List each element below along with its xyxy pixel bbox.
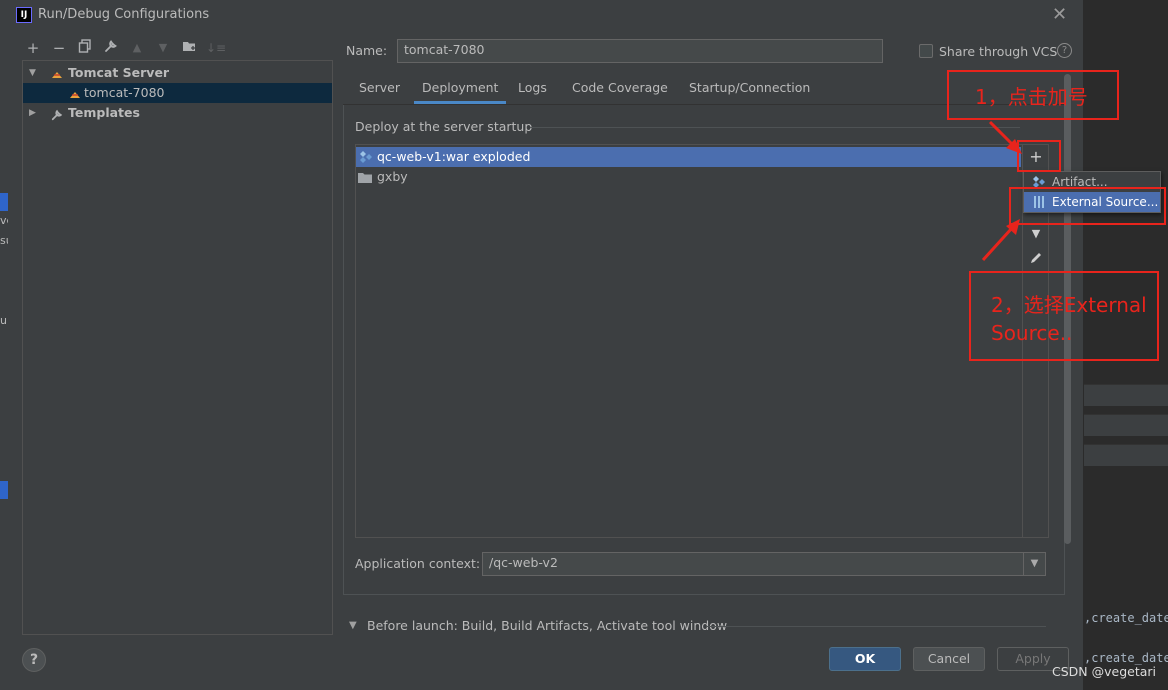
arrow-to-add-icon [988, 120, 1016, 148]
watermark: CSDN @vegetari [1052, 664, 1156, 679]
annotation-arrows [981, 120, 1022, 262]
arrow-to-external-source [981, 226, 1014, 262]
